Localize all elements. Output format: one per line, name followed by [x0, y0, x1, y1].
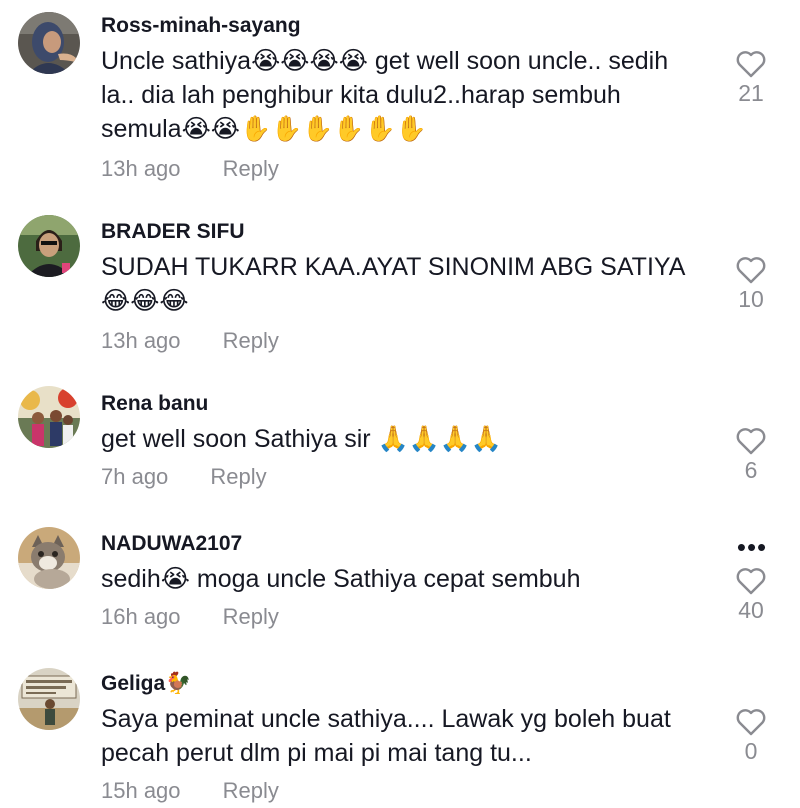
like-button[interactable]: 10: [725, 256, 777, 313]
avatar[interactable]: [18, 215, 80, 277]
comment-time: 16h ago: [101, 604, 181, 629]
like-count: 10: [738, 286, 764, 312]
comment-username[interactable]: Rena banu: [101, 392, 208, 416]
heart-outline-icon: [736, 428, 766, 455]
avatar[interactable]: [18, 527, 80, 589]
heart-outline-icon: [736, 257, 766, 284]
comment-text: sedih😭 moga uncle Sathiya cepat sembuh: [101, 565, 581, 593]
reply-button[interactable]: Reply: [210, 464, 266, 490]
like-button[interactable]: 40: [725, 567, 777, 624]
comment-meta: 13h ago Reply: [101, 328, 279, 354]
like-count: 0: [744, 738, 758, 764]
heart-outline-icon: [736, 568, 766, 595]
comment-item: Geliga🐓 Saya peminat uncle sathiya.... L…: [0, 652, 800, 808]
comment-username[interactable]: Geliga🐓: [101, 672, 191, 696]
comment-item: Ross-minah-sayang Uncle sathiya😭😭😭😭 get …: [0, 0, 800, 190]
comment-meta: 7h ago Reply: [101, 464, 267, 490]
reply-button[interactable]: Reply: [223, 328, 279, 354]
comment-time: 13h ago: [101, 156, 181, 181]
comment-text: get well soon Sathiya sir 🙏🙏🙏🙏: [101, 425, 503, 453]
avatar[interactable]: [18, 12, 80, 74]
reply-button[interactable]: Reply: [223, 156, 279, 182]
comment-username[interactable]: BRADER SIFU: [101, 220, 245, 244]
comment-item: BRADER SIFU SUDAH TUKARR KAA.AYAT SINONI…: [0, 200, 800, 365]
comment-meta: 13h ago Reply: [101, 156, 279, 182]
like-count: 21: [738, 80, 764, 106]
comment-item: NADUWA2107 ••• sedih😭 moga uncle Sathiya…: [0, 512, 800, 647]
like-count: 40: [738, 597, 764, 623]
comment-time: 13h ago: [101, 328, 181, 353]
comment-item: Rena banu get well soon Sathiya sir 🙏🙏🙏🙏…: [0, 372, 800, 502]
comment-text: SUDAH TUKARR KAA.AYAT SINONIM ABG SATIYA…: [101, 253, 691, 315]
heart-outline-icon: [736, 709, 766, 736]
reply-button[interactable]: Reply: [223, 604, 279, 630]
comment-username[interactable]: Ross-minah-sayang: [101, 14, 301, 38]
comment-meta: 15h ago Reply: [101, 778, 279, 804]
comment-time: 7h ago: [101, 464, 169, 489]
comment-time: 15h ago: [101, 778, 181, 803]
comment-username[interactable]: NADUWA2107: [101, 532, 242, 556]
like-button[interactable]: 6: [725, 427, 777, 484]
avatar[interactable]: [18, 386, 80, 448]
comment-text: Saya peminat uncle sathiya.... Lawak yg …: [101, 705, 678, 767]
like-button[interactable]: 0: [725, 708, 777, 765]
comment-text: Uncle sathiya😭😭😭😭 get well soon uncle.. …: [101, 47, 676, 143]
like-button[interactable]: 21: [725, 50, 777, 107]
reply-button[interactable]: Reply: [223, 778, 279, 804]
more-options-icon[interactable]: •••: [732, 534, 772, 560]
heart-outline-icon: [736, 51, 766, 78]
comment-meta: 16h ago Reply: [101, 604, 279, 630]
avatar[interactable]: [18, 668, 80, 730]
like-count: 6: [744, 457, 758, 483]
